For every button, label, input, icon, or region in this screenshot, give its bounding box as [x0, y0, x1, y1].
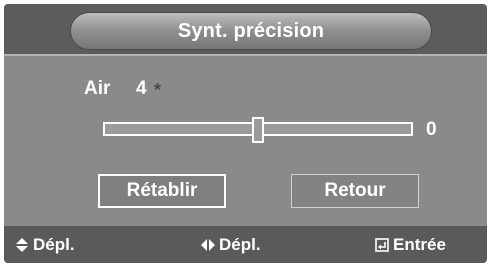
enter-icon	[375, 238, 389, 252]
footer-move-horizontal: Dépl.	[200, 235, 261, 255]
slider-value: 0	[426, 119, 437, 140]
adjustment-slider-thumb[interactable]	[252, 117, 264, 143]
footer-move-horizontal-label: Dépl.	[219, 235, 261, 254]
footer-bar: Dépl. Dépl. Entrée	[4, 226, 487, 263]
header-divider	[4, 54, 487, 56]
reset-button[interactable]: Rétablir	[98, 174, 226, 208]
setting-modified-marker: *	[154, 80, 162, 100]
back-button-label: Retour	[324, 180, 386, 201]
footer-move-vertical-label: Dépl.	[33, 235, 75, 254]
setting-value: 4	[136, 78, 147, 99]
osd-panel: Synt. précision Air 4 * 0 Rétablir Retou…	[4, 4, 487, 263]
footer-enter-label: Entrée	[393, 235, 446, 254]
header-bar: Synt. précision	[4, 4, 487, 54]
title-pill: Synt. précision	[70, 12, 432, 50]
menu-title: Synt. précision	[177, 19, 325, 42]
reset-button-label: Rétablir	[126, 180, 198, 201]
footer-move-vertical: Dépl.	[14, 235, 75, 255]
left-right-arrows-icon	[201, 239, 215, 251]
footer-enter: Entrée	[374, 235, 446, 255]
back-button[interactable]: Retour	[291, 174, 419, 208]
setting-label: Air	[84, 78, 111, 99]
up-down-arrows-icon	[16, 238, 28, 252]
